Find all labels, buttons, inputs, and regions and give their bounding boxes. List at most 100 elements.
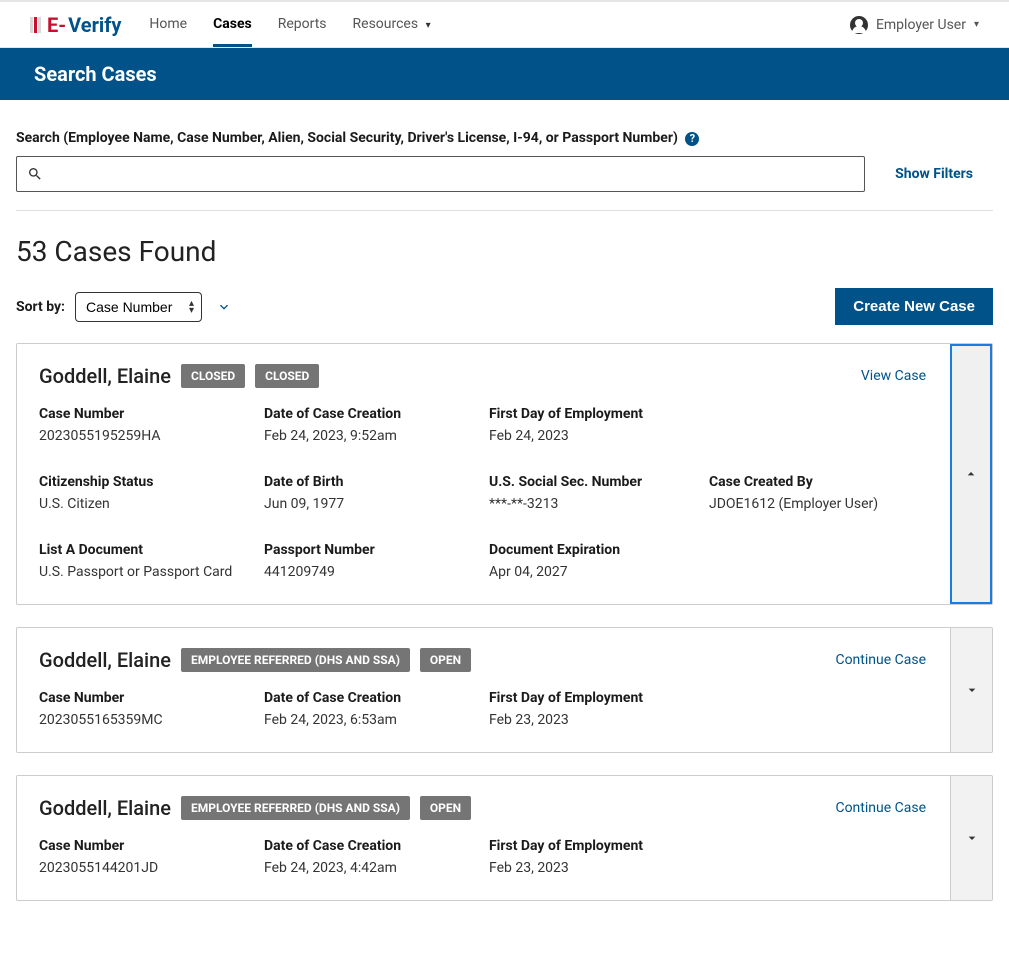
case-card: Goddell, Elaine CLOSED CLOSED View Case … — [16, 343, 993, 605]
nav-resources-label: Resources — [353, 16, 419, 32]
field: Case Created By JDOE1612 (Employer User) — [709, 474, 928, 512]
case-name: Goddell, Elaine — [39, 796, 171, 820]
divider — [16, 210, 993, 211]
field: Date of Case Creation Feb 24, 2023, 9:52… — [264, 406, 489, 444]
field-label: U.S. Social Sec. Number — [489, 474, 709, 490]
sort-select[interactable]: Case Number — [75, 292, 202, 322]
user-menu[interactable]: Employer User ▾ — [850, 16, 979, 34]
case-name: Goddell, Elaine — [39, 648, 171, 672]
field: U.S. Social Sec. Number ***-**-3213 — [489, 474, 709, 512]
chevron-down-icon — [964, 830, 980, 846]
field-label: Case Number — [39, 838, 264, 854]
search-icon — [27, 166, 43, 182]
field: Case Number 2023055195259HA — [39, 406, 264, 444]
field-value: 2023055195259HA — [39, 428, 264, 444]
case-fields: Case Number 2023055144201JD Date of Case… — [39, 838, 928, 876]
arrow-down-icon — [216, 297, 232, 313]
show-filters-link[interactable]: Show Filters — [895, 166, 973, 182]
field-label: Date of Case Creation — [264, 838, 489, 854]
field-label: Passport Number — [264, 542, 489, 558]
field-value: Jun 09, 1977 — [264, 496, 489, 512]
field-label: First Day of Employment — [489, 690, 709, 706]
status-badge: CLOSED — [181, 364, 245, 388]
field-value: Feb 24, 2023, 6:53am — [264, 712, 489, 728]
continue-case-link[interactable]: Continue Case — [835, 800, 926, 816]
field-value: Feb 23, 2023 — [489, 712, 709, 728]
field: Case Number 2023055144201JD — [39, 838, 264, 876]
everify-logo: E-Verify — [30, 13, 121, 37]
search-label-text: Search (Employee Name, Case Number, Alie… — [16, 130, 678, 146]
field-label: Citizenship Status — [39, 474, 264, 490]
help-icon[interactable]: ? — [685, 132, 699, 146]
top-nav: E-Verify Home Cases Reports Resources ▾ … — [0, 0, 1009, 48]
continue-case-link[interactable]: Continue Case — [835, 652, 926, 668]
status-badge: CLOSED — [255, 364, 319, 388]
content: Search (Employee Name, Case Number, Alie… — [0, 100, 1009, 921]
create-new-case-button[interactable]: Create New Case — [835, 288, 993, 325]
field-value: Feb 24, 2023, 4:42am — [264, 860, 489, 876]
case-card-body: Goddell, Elaine EMPLOYEE REFERRED (DHS A… — [17, 628, 950, 752]
field-label: First Day of Employment — [489, 406, 709, 422]
field-label: List A Document — [39, 542, 264, 558]
field-value: Feb 24, 2023 — [489, 428, 709, 444]
chevron-down-icon: ▾ — [426, 20, 431, 31]
field-value: Feb 23, 2023 — [489, 860, 709, 876]
status-badge: OPEN — [420, 796, 471, 820]
status-badge: EMPLOYEE REFERRED (DHS AND SSA) — [181, 648, 410, 672]
field-value: U.S. Citizen — [39, 496, 264, 512]
user-label: Employer User — [876, 17, 966, 33]
sort-label: Sort by: — [16, 299, 65, 315]
field: Date of Birth Jun 09, 1977 — [264, 474, 489, 512]
chevron-up-icon — [963, 466, 979, 482]
field: First Day of Employment Feb 24, 2023 — [489, 406, 709, 444]
case-card: Goddell, Elaine EMPLOYEE REFERRED (DHS A… — [16, 775, 993, 901]
field-label: Case Created By — [709, 474, 928, 490]
toolbar: Sort by: Case Number ▴▾ Create New Case — [16, 288, 993, 325]
case-card-header-left: Goddell, Elaine EMPLOYEE REFERRED (DHS A… — [39, 796, 471, 820]
field-label: Document Expiration — [489, 542, 709, 558]
field-label: Date of Case Creation — [264, 406, 489, 422]
page-title: Search Cases — [0, 48, 1009, 100]
results-count: 53 Cases Found — [16, 235, 993, 268]
status-badge: EMPLOYEE REFERRED (DHS AND SSA) — [181, 796, 410, 820]
nav-home[interactable]: Home — [149, 2, 187, 47]
nav-resources[interactable]: Resources ▾ — [353, 2, 431, 47]
field-label: Date of Case Creation — [264, 690, 489, 706]
case-card-header-left: Goddell, Elaine CLOSED CLOSED — [39, 364, 319, 388]
case-card: Goddell, Elaine EMPLOYEE REFERRED (DHS A… — [16, 627, 993, 753]
case-card-body: Goddell, Elaine CLOSED CLOSED View Case … — [17, 344, 950, 604]
field-value: Feb 24, 2023, 9:52am — [264, 428, 489, 444]
field-value: 2023055144201JD — [39, 860, 264, 876]
field-label: First Day of Employment — [489, 838, 709, 854]
field-value: Apr 04, 2027 — [489, 564, 709, 580]
case-name: Goddell, Elaine — [39, 364, 171, 388]
field: Document Expiration Apr 04, 2027 — [489, 542, 709, 580]
chevron-down-icon — [964, 682, 980, 698]
case-fields: Case Number 2023055165359MC Date of Case… — [39, 690, 928, 728]
field-value: U.S. Passport or Passport Card — [39, 564, 264, 580]
field-label: Case Number — [39, 406, 264, 422]
case-card-header: Goddell, Elaine EMPLOYEE REFERRED (DHS A… — [39, 796, 928, 820]
search-box[interactable] — [16, 156, 865, 192]
card-collapse-toggle[interactable] — [950, 344, 992, 604]
card-expand-toggle[interactable] — [950, 776, 992, 900]
field: Date of Case Creation Feb 24, 2023, 4:42… — [264, 838, 489, 876]
card-expand-toggle[interactable] — [950, 628, 992, 752]
search-label: Search (Employee Name, Case Number, Alie… — [16, 130, 993, 146]
case-card-header: Goddell, Elaine CLOSED CLOSED View Case — [39, 364, 928, 388]
case-card-header: Goddell, Elaine EMPLOYEE REFERRED (DHS A… — [39, 648, 928, 672]
view-case-link[interactable]: View Case — [861, 368, 926, 384]
field: Case Number 2023055165359MC — [39, 690, 264, 728]
case-fields: Case Number 2023055195259HA Date of Case… — [39, 406, 928, 580]
field-value: 441209749 — [264, 564, 489, 580]
field-value: 2023055165359MC — [39, 712, 264, 728]
top-nav-left: E-Verify Home Cases Reports Resources ▾ — [30, 2, 431, 47]
field: Passport Number 441209749 — [264, 542, 489, 580]
nav-cases[interactable]: Cases — [213, 2, 252, 47]
case-card-body: Goddell, Elaine EMPLOYEE REFERRED (DHS A… — [17, 776, 950, 900]
search-input[interactable] — [43, 162, 854, 186]
sort-direction-button[interactable] — [212, 293, 236, 321]
field: Date of Case Creation Feb 24, 2023, 6:53… — [264, 690, 489, 728]
field-label: Case Number — [39, 690, 264, 706]
nav-reports[interactable]: Reports — [278, 2, 327, 47]
